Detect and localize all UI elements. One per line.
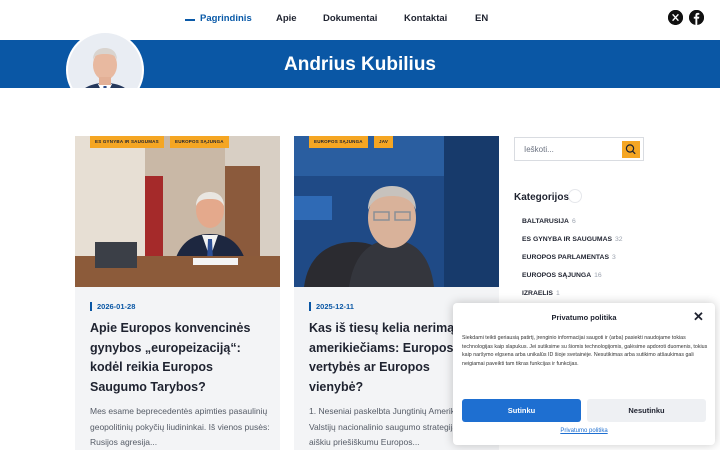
nav-item-en[interactable]: EN <box>475 13 488 24</box>
decline-button[interactable]: Nesutinku <box>587 399 706 422</box>
active-indicator <box>185 19 195 21</box>
category-count: 32 <box>615 236 623 243</box>
nav-item-apie[interactable]: Apie <box>276 13 297 24</box>
category-name: EUROPOS SĄJUNGA <box>522 272 592 279</box>
category-count: 6 <box>571 218 576 225</box>
search-icon <box>625 144 636 155</box>
post-tag[interactable]: EUROPOS SĄJUNGA <box>309 136 368 148</box>
search-box: Ieškoti... <box>514 137 644 161</box>
category-count: 1 <box>555 290 560 297</box>
accept-button[interactable]: Sutinku <box>462 399 581 422</box>
category-name: BALTARUSIJA <box>522 218 569 225</box>
cookie-text: Siekdami teikti geriausią patirtį, įreng… <box>462 335 708 367</box>
x-icon[interactable] <box>668 10 683 25</box>
category-link-izraelis[interactable]: IZRAELIS 1 <box>522 290 560 297</box>
post-tag[interactable]: EUROPOS SĄJUNGA <box>170 136 229 148</box>
category-link-es-gynyba[interactable]: ES GYNYBA IR SAUGUMAS 32 <box>522 236 623 243</box>
post-image[interactable]: ES GYNYBA IR SAUGUMAS EUROPOS SĄJUNGA <box>75 136 280 287</box>
post-tag[interactable]: ES GYNYBA IR SAUGUMAS <box>90 136 164 148</box>
category-count: 16 <box>594 272 602 279</box>
cookie-consent-dialog: Privatumo politika ✕ Siekdami teikti ger… <box>453 303 715 445</box>
post-date: 2026-01-28 <box>90 302 135 311</box>
category-link-europos-parlamentas[interactable]: EUROPOS PARLAMENTAS 3 <box>522 254 616 261</box>
decorative-circle-icon <box>568 189 582 203</box>
page: Pagrindinis Apie Dokumentai Kontaktai EN… <box>0 0 720 450</box>
privacy-policy-link[interactable]: Privatumo politika <box>453 428 715 434</box>
nav-item-pagrindinis[interactable]: Pagrindinis <box>200 13 252 24</box>
cookie-title: Privatumo politika <box>551 313 617 322</box>
post-title[interactable]: Apie Europos konvencinės gynybos „europe… <box>90 319 265 397</box>
category-count: 3 <box>611 254 616 261</box>
post-image[interactable]: EUROPOS SĄJUNGA JAV <box>294 136 499 287</box>
search-button[interactable] <box>622 141 640 158</box>
post-card[interactable]: ES GYNYBA IR SAUGUMAS EUROPOS SĄJUNGA 20… <box>75 136 280 450</box>
categories-title: Kategorijos <box>514 192 570 203</box>
facebook-icon[interactable] <box>689 10 704 25</box>
post-excerpt: Mes esame beprecedentės apimties pasauli… <box>90 406 270 447</box>
post-date: 2025-12-11 <box>309 302 354 311</box>
category-name: IZRAELIS <box>522 290 553 297</box>
post-tag[interactable]: JAV <box>374 136 394 148</box>
category-name: EUROPOS PARLAMENTAS <box>522 254 609 261</box>
nav-item-dokumentai[interactable]: Dokumentai <box>323 13 377 24</box>
category-name: ES GYNYBA IR SAUGUMAS <box>522 236 613 243</box>
nav-item-kontaktai[interactable]: Kontaktai <box>404 13 447 24</box>
search-input[interactable]: Ieškoti... <box>524 145 554 154</box>
category-link-europos-sajunga[interactable]: EUROPOS SĄJUNGA 16 <box>522 272 602 279</box>
close-icon[interactable]: ✕ <box>693 310 704 323</box>
category-link-baltarusija[interactable]: BALTARUSIJA 6 <box>522 218 576 225</box>
